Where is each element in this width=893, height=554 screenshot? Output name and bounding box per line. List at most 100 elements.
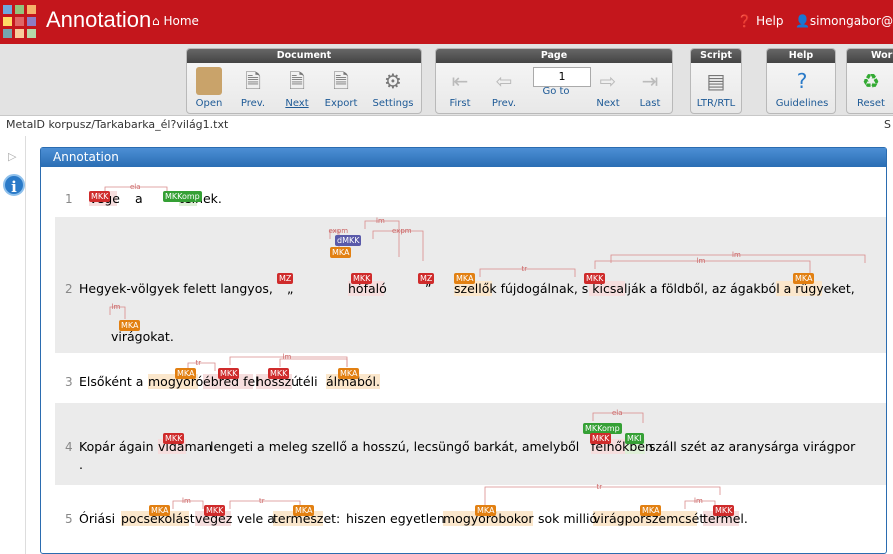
work-group: Wor ♻ Reset [846,48,893,114]
relation-label: ela [612,409,623,417]
top-right-menu: ❓ Help 👤simongabor@ [737,14,893,28]
relation-label: tr [259,497,265,505]
gear-icon: ⚙ [384,69,402,93]
help-link[interactable]: ❓ Help [737,14,783,28]
entity-label[interactable]: MKKomp [163,191,202,202]
text-direction-icon: ▤ [706,69,726,93]
document-path-right: S [884,118,891,131]
relation-arc [372,230,424,261]
entity-label[interactable]: MKA [475,505,497,516]
script-group: Script ▤ LTR/RTL [690,48,742,114]
entity-label[interactable]: MKA [175,368,197,379]
app-logo-icon [3,5,36,38]
entity-label[interactable]: MKA [293,505,315,516]
relation-label: tr [522,265,528,273]
next-document-button[interactable]: 🗎 Next [275,65,319,109]
relation-label: ela [130,183,141,191]
entity-label[interactable]: MKA [338,368,360,379]
guidelines-button[interactable]: ? Guidelines [771,65,833,109]
document-group: Document Open 🗎 Prev. 🗎 Next 🗎 Export ⚙ Sett… [186,48,422,114]
relation-arcs: expmlmexpmtrlmlmlm [109,217,866,319]
left-sidebar: ▷ i [0,136,26,554]
home-icon: ⌂ [152,14,160,28]
expand-sidebar-icon[interactable]: ▷ [8,150,16,163]
relation-label: expm [392,227,412,235]
script-group-title: Script [691,49,741,63]
prev-page-button[interactable]: ⇦ Prev. [482,65,526,109]
user-menu[interactable]: 👤simongabor@ [795,14,893,28]
toolbar: Document Open 🗎 Prev. 🗎 Next 🗎 Export ⚙ Sett… [0,44,893,116]
page-group-title: Page [436,49,672,63]
entity-label[interactable]: MKK [163,433,185,444]
entity-label[interactable]: MKK [89,191,111,202]
first-page-button[interactable]: ⇤ First [438,65,482,109]
sentence-row: 4 Kopár ágain vidáman lengeti a meleg szell… [55,403,886,485]
sentence-row: 1Végeatélnek.elaMKKMKKomp [55,173,886,217]
last-page-button[interactable]: ⇥ Last [628,65,672,109]
recycle-icon: ♻ [862,69,880,93]
info-icon[interactable]: i [3,174,25,196]
settings-button[interactable]: ⚙ Settings [367,65,419,109]
help-circle-icon: ❓ [737,14,753,28]
document-group-title: Document [187,49,421,63]
entity-label[interactable]: MKK [713,505,735,516]
relation-label: lm [376,217,385,225]
last-page-icon: ⇥ [641,69,659,93]
prev-document-button[interactable]: 🗎 Prev. [231,65,275,109]
document-next-icon: 🗎 [288,69,306,93]
folder-icon [196,67,222,95]
home-link[interactable]: ⌂ Home [152,14,199,28]
sentence-row: 2 Hegyek-völgyek felett langyos, „ hófaló” s… [55,217,886,353]
entity-label[interactable]: dMKK [335,235,362,246]
relation-label: lm [732,251,741,259]
export-button[interactable]: 🗎 Export [319,65,363,109]
sentence-row: 3 Elsőként a mogyoró ébred fel hosszú téli álm… [55,353,886,403]
page-number-input[interactable]: 1 [533,67,591,87]
app-title: Annotation [46,7,152,32]
entity-label[interactable]: MKA [330,247,352,258]
work-group-title: Wor [847,49,893,63]
reset-button[interactable]: ♻ Reset [849,65,893,109]
right-arrow-icon: ⇨ [599,69,617,93]
relation-label: lm [112,303,121,311]
entity-label[interactable]: MKA [793,273,815,284]
entity-label[interactable]: MKK [218,368,240,379]
entity-label[interactable]: MKK [590,433,612,444]
entity-label[interactable]: MKK [204,505,226,516]
entity-label[interactable]: MKK [351,273,373,284]
relation-label: lm [697,257,706,265]
document-prev-icon: 🗎 [244,69,262,93]
relation-arcs: ela [592,409,644,423]
ltr-rtl-button[interactable]: ▤ LTR/RTL [694,65,738,109]
entity-label[interactable]: MKA [119,320,141,331]
entity-label[interactable]: MKK [268,368,290,379]
document-path: MetaID korpusz/Tarkabarka_él?világ1.txt [6,118,229,131]
left-arrow-icon: ⇦ [495,69,513,93]
entity-label[interactable]: MZ [418,273,435,284]
top-bar: Annotation ⌂ Home ❓ Help 👤simongabor@ [0,0,893,44]
relation-arcs: lm tr tr lm [172,483,721,509]
relation-label: lm [694,497,703,505]
annotation-panel: Annotation 1Végeatélnek.elaMKKMKKomp2Heg… [40,147,887,554]
help-group-title: Help [767,49,835,63]
export-icon: 🗎 [332,69,350,93]
entity-label[interactable]: MKI [625,433,644,444]
entity-label[interactable]: MKA [640,505,662,516]
entity-label[interactable]: MKA [454,273,476,284]
next-page-button[interactable]: ⇨ Next [586,65,630,109]
open-button[interactable]: Open [187,65,231,109]
relation-arc [229,500,301,509]
relation-label: tr [597,483,603,491]
relation-label: expm [329,227,349,235]
relation-label: lm [182,497,191,505]
first-page-icon: ⇤ [451,69,469,93]
relation-arc [479,268,576,277]
question-icon: ? [796,69,808,93]
entity-label[interactable]: MZ [277,273,294,284]
help-group: Help ? Guidelines [766,48,836,114]
sentence-row: 5 Óriási pocsékolást végez vele a természet: h… [55,483,886,537]
relation-label: lm [283,353,292,361]
entity-label[interactable]: MKK [584,273,606,284]
relation-label: tr [196,359,202,367]
entity-label[interactable]: MKA [149,505,171,516]
